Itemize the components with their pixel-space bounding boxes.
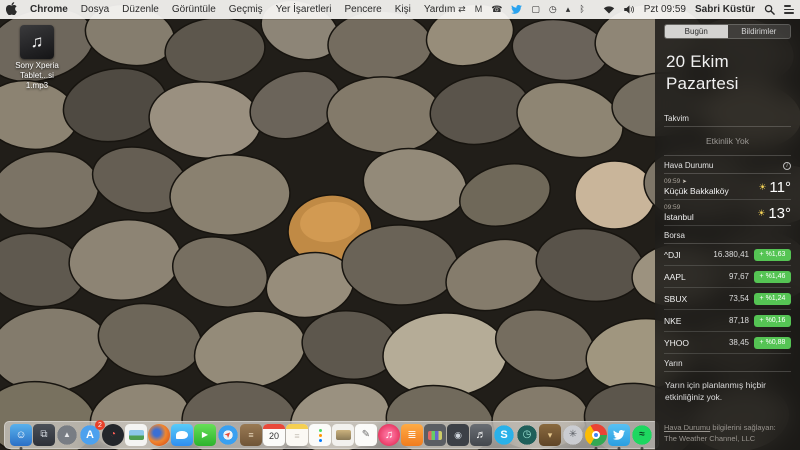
dock: ☺ ⧉ ▲ A2 ◔ ▶ ➤ ≡ 20 ≡ ✎ ♫ ≣ ◉ ♬ S ◷ ▾ ✳ …	[4, 420, 659, 449]
dock-icon-photos[interactable]	[125, 424, 147, 446]
dock-icon-spotify[interactable]: ≈	[631, 424, 653, 446]
menu-kisi[interactable]: Kişi	[395, 4, 411, 15]
dock-icon-time-machine[interactable]: ◷	[516, 424, 538, 446]
menu-bar: Chrome Dosya Düzenle Görüntüle Geçmiş Ye…	[0, 0, 800, 19]
notification-center-panel: Bugün Bildirimler 20 Ekim Pazartesi Takv…	[655, 19, 800, 450]
mp3-file-icon: ♫	[20, 25, 54, 59]
stock-row-nke[interactable]: NKE 87,18 + %0,16	[664, 310, 791, 333]
notification-center-icon[interactable]	[784, 5, 794, 14]
stock-row-aapl[interactable]: AAPL 97,67 + %1,46	[664, 266, 791, 289]
dock-icon-dashboard[interactable]: ◔	[102, 424, 124, 446]
weather-row-current[interactable]: 09:59 ➤ Küçük Bakkalköy ☀ 11°	[664, 174, 791, 201]
stock-row-sbux[interactable]: SBUX 73,54 + %1,24	[664, 288, 791, 311]
dock-icon-firefox[interactable]	[148, 424, 170, 446]
nc-weather-header: Hava Durumu i	[664, 156, 791, 175]
m-app-icon[interactable]: M	[475, 5, 483, 14]
desktop-file-mp3[interactable]: ♫ Sony Xperia Tablet...si 1.mp3	[8, 25, 66, 91]
stock-change-badge: + %1,46	[754, 270, 791, 283]
nc-calendar-empty: Etkinlik Yok	[664, 127, 791, 157]
stock-row-dji[interactable]: ^DJI 16.380,41 + %1,63	[664, 244, 791, 267]
menu-goruntule[interactable]: Görüntüle	[172, 4, 216, 15]
dock-icon-wheel-app[interactable]: ✳	[562, 424, 584, 446]
menu-dosya[interactable]: Dosya	[81, 4, 109, 15]
menu-pencere[interactable]: Pencere	[344, 4, 381, 15]
stock-change-badge: + %1,24	[754, 292, 791, 305]
nc-tab-switcher: Bugün Bildirimler	[664, 24, 791, 39]
nc-tomorrow-empty: Yarın için planlanmış hiçbir etkinliğini…	[665, 380, 766, 403]
menu-user-name[interactable]: Sabri Küstür	[695, 4, 755, 15]
dock-icon-launchpad[interactable]: ▲	[56, 424, 78, 446]
dock-icon-preview[interactable]	[332, 424, 354, 446]
dock-icon-garageband[interactable]: ♬	[470, 424, 492, 446]
stock-row-yhoo[interactable]: YHOO 38,45 + %0,88	[664, 332, 791, 355]
dock-icon-ibooks[interactable]: ≣	[401, 424, 423, 446]
display-icon[interactable]: ◷	[549, 5, 557, 14]
menu-app-name[interactable]: Chrome	[30, 4, 68, 15]
nc-stocks-header: Borsa	[664, 226, 791, 245]
menu-duzenle[interactable]: Düzenle	[122, 4, 159, 15]
dock-icon-notes[interactable]: ≡	[286, 424, 308, 446]
call-sync-icon[interactable]: ⇄	[458, 5, 466, 14]
sun-icon: ☀	[758, 181, 767, 192]
dock-icon-safari[interactable]: ➤	[217, 424, 239, 446]
nc-attribution: Hava Durumu bilgilerini sağlayan: The We…	[664, 422, 776, 444]
stock-change-badge: + %0,16	[754, 314, 791, 327]
dock-icon-image-capture[interactable]: ◉	[447, 424, 469, 446]
dock-icon-calendar[interactable]: 20	[263, 424, 285, 446]
dock-icon-reminders[interactable]	[309, 424, 331, 446]
dock-icon-skype[interactable]: S	[493, 424, 515, 446]
dock-icon-textedit[interactable]: ✎	[355, 424, 377, 446]
stock-change-badge: + %1,63	[754, 248, 791, 261]
dock-icon-brown-app[interactable]: ▾	[539, 424, 561, 446]
weather-provider-link[interactable]: Hava Durumu	[664, 423, 710, 432]
volume-icon[interactable]	[623, 5, 635, 14]
menu-gecmis[interactable]: Geçmiş	[229, 4, 263, 15]
menu-yardim[interactable]: Yardım	[424, 4, 456, 15]
nc-calendar-header: Takvim	[664, 109, 791, 128]
eject-icon[interactable]: ᛒ	[579, 5, 584, 14]
nc-tomorrow-header: Yarın	[664, 354, 791, 373]
weather-row-istanbul[interactable]: 09:59 İstanbul ☀ 13°	[664, 200, 791, 227]
dock-icon-finder[interactable]: ☺	[10, 424, 32, 446]
tab-notifications[interactable]: Bildirimler	[727, 25, 790, 38]
menu-yer-isaretleri[interactable]: Yer İşaretleri	[276, 4, 332, 15]
location-arrow-icon: ➤	[682, 179, 687, 186]
twitter-menu-icon[interactable]	[511, 5, 523, 14]
dock-icon-facetime[interactable]: ▶	[194, 424, 216, 446]
menu-clock[interactable]: Pzt 09:59	[644, 4, 686, 15]
dock-icon-contacts[interactable]: ≡	[240, 424, 262, 446]
wifi-icon[interactable]	[603, 5, 615, 14]
sun-icon: ☀	[757, 207, 766, 218]
apple-menu-icon[interactable]	[5, 1, 17, 18]
desktop-file-label: Sony Xperia Tablet...si 1.mp3	[15, 61, 59, 90]
spotlight-search-icon[interactable]	[764, 4, 775, 15]
clock-app-icon[interactable]: ▴	[566, 5, 571, 14]
stock-change-badge: + %0,88	[754, 336, 791, 349]
dock-icon-twitter[interactable]	[608, 424, 630, 446]
dock-icon-photo-booth[interactable]	[424, 424, 446, 446]
record-icon[interactable]: ▢	[531, 5, 540, 14]
tab-today[interactable]: Bugün	[665, 25, 728, 38]
dock-icon-chrome[interactable]	[585, 424, 607, 446]
phone-app-icon[interactable]: ☎	[491, 5, 502, 14]
dock-icon-itunes[interactable]: ♫	[378, 424, 400, 446]
twitter-bird-icon	[613, 430, 625, 440]
weather-info-icon[interactable]: i	[783, 161, 791, 170]
dock-icon-app-store[interactable]: A2	[79, 420, 105, 446]
nc-date: 20 Ekim Pazartesi	[666, 52, 739, 94]
dock-icon-mission-control[interactable]: ⧉	[33, 424, 55, 446]
dock-icon-messages[interactable]	[171, 424, 193, 446]
